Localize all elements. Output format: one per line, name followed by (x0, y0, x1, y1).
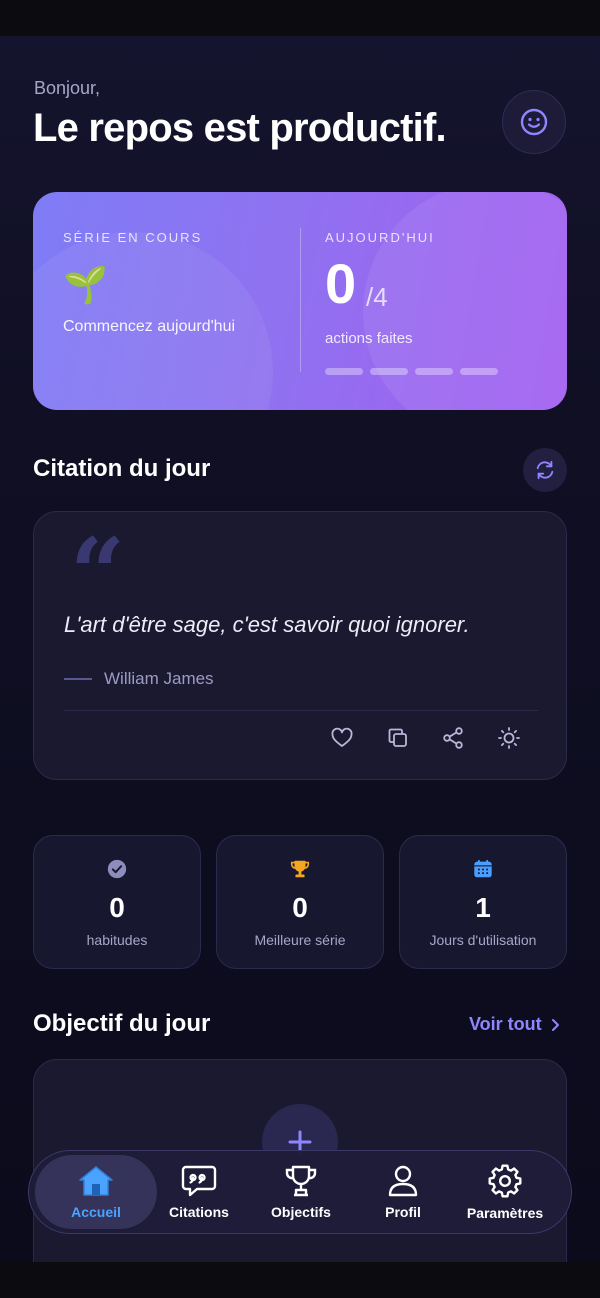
share-button[interactable] (435, 720, 471, 756)
progress-segment (370, 368, 408, 375)
chevron-right-icon (551, 1018, 559, 1031)
user-icon (388, 1165, 418, 1197)
nav-label: Paramètres (466, 1205, 544, 1221)
quote-section-title: Citation du jour (33, 455, 211, 482)
nav-item-objectives[interactable]: Objectifs (250, 1155, 352, 1229)
quote-divider (64, 710, 538, 711)
check-circle-icon (107, 859, 127, 879)
system-bar (0, 1262, 600, 1298)
actions-text: actions faites (325, 330, 413, 347)
progress-bars (325, 368, 498, 375)
stat-label: Meilleure série (254, 932, 346, 948)
progress-segment (460, 368, 498, 375)
stat-card-best-streak: 0 Meilleure série (216, 835, 384, 969)
nav-item-home[interactable]: Accueil (35, 1155, 157, 1229)
theme-button[interactable] (491, 720, 527, 756)
stat-card-habits: 0 habitudes (33, 835, 201, 969)
done-count: 0 (325, 252, 357, 315)
streak-label: SÉRIE EN COURS (63, 230, 203, 245)
quote-card: “ L'art d'être sage, c'est savoir quoi i… (33, 511, 567, 780)
nav-item-citations[interactable]: Citations (148, 1155, 250, 1229)
total-count: /4 (366, 282, 388, 312)
quote-bubble-icon (181, 1165, 217, 1197)
nav-label: Accueil (71, 1204, 121, 1220)
goal-section-title: Objectif du jour (33, 1010, 211, 1037)
streak-text: Commencez aujourd'hui (63, 318, 236, 335)
refresh-icon (536, 460, 554, 480)
copy-button[interactable] (380, 720, 416, 756)
quote-text: L'art d'être sage, c'est savoir quoi ign… (64, 612, 470, 637)
refresh-quote-button[interactable] (523, 448, 567, 492)
see-all-link[interactable]: Voir tout (469, 1014, 562, 1035)
stat-label: habitudes (86, 932, 148, 948)
decorative-circle (363, 192, 567, 410)
share-icon (443, 727, 463, 749)
nav-label: Citations (169, 1204, 229, 1220)
progress-segment (325, 368, 363, 375)
page-title: Le repos est productif. (33, 106, 447, 150)
stat-value: 0 (109, 892, 125, 923)
greeting: Bonjour, (34, 78, 101, 98)
heart-icon (331, 727, 353, 747)
nav-item-profile[interactable]: Profil (352, 1155, 454, 1229)
progress-segment (415, 368, 453, 375)
trophy-icon (290, 860, 310, 878)
calendar-icon (474, 859, 492, 878)
quote-author: William James (104, 669, 214, 688)
nav-label: Profil (385, 1204, 421, 1220)
gear-icon (488, 1164, 522, 1198)
stat-card-usage-days: 1 Jours d'utilisation (399, 835, 567, 969)
stat-value: 1 (475, 892, 491, 923)
mood-button[interactable] (502, 90, 566, 154)
trophy-icon (285, 1165, 317, 1197)
home-screen: Bonjour, Le repos est productif. SÉRIE E… (0, 36, 600, 1262)
quote-mark-icon: “ (70, 517, 126, 630)
streak-card: SÉRIE EN COURS 🌱 Commencez aujourd'hui A… (33, 192, 567, 410)
nav-item-settings[interactable]: Paramètres (454, 1155, 556, 1229)
copy-icon (388, 728, 407, 747)
bottom-nav: Accueil Citations Objectifs Profil Param… (28, 1150, 572, 1234)
nav-label: Objectifs (271, 1204, 331, 1220)
author-dash (64, 678, 92, 680)
sprout-icon: 🌱 (63, 264, 108, 305)
home-icon (79, 1166, 113, 1196)
see-all-label: Voir tout (469, 1014, 542, 1034)
smiley-icon (520, 108, 548, 136)
stat-value: 0 (292, 892, 308, 923)
brightness-icon (498, 727, 520, 749)
card-divider (300, 228, 301, 372)
stat-label: Jours d'utilisation (429, 932, 537, 948)
favorite-button[interactable] (324, 720, 360, 756)
today-label: AUJOURD'HUI (325, 230, 435, 245)
status-bar (0, 0, 600, 36)
